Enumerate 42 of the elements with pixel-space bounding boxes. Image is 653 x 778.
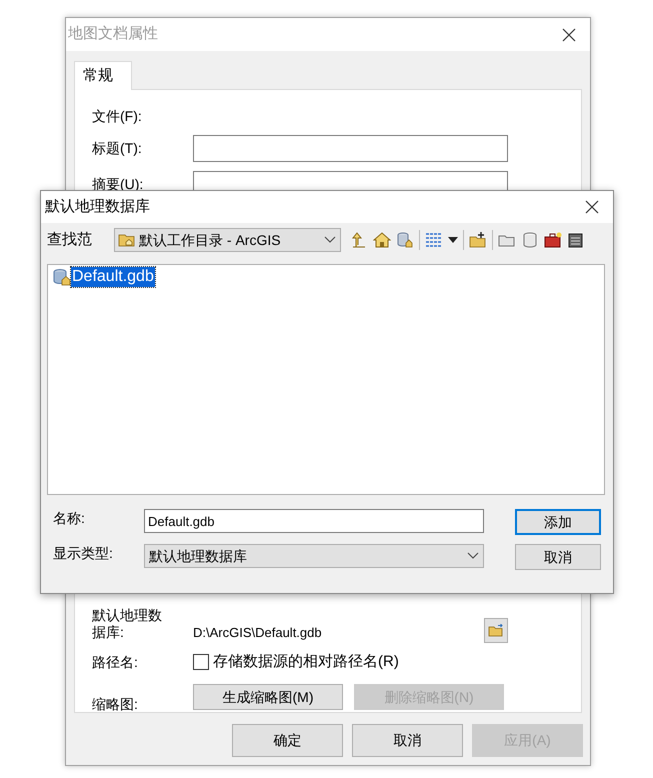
dialog-button[interactable]: 确定: [232, 724, 343, 757]
field-label: 文件(F):: [92, 106, 143, 126]
close-icon[interactable]: [562, 28, 576, 42]
dialog-button[interactable]: 添加: [515, 509, 601, 535]
chevron-down-icon: [467, 552, 479, 560]
server-icon[interactable]: [567, 231, 585, 249]
field-label: 路径名:: [92, 652, 139, 672]
name-label: 名称:: [53, 509, 86, 527]
checkbox-label: 存储数据源的相对路径名(R): [213, 652, 399, 672]
relative-path-checkbox[interactable]: 存储数据源的相对路径名(R): [193, 650, 399, 674]
field-label: 默认地理数据库:: [92, 607, 163, 641]
dialog-button[interactable]: 取消: [515, 544, 601, 570]
dialog-title: 默认地理数据库: [45, 196, 150, 217]
up-folder-icon[interactable]: [350, 231, 368, 249]
database-icon[interactable]: [396, 231, 414, 249]
new-folder-icon[interactable]: [469, 231, 487, 249]
list-view-icon[interactable]: [425, 231, 443, 249]
thumbnail-button[interactable]: 生成缩略图(M): [193, 684, 343, 710]
dialog-button[interactable]: 取消: [352, 724, 463, 757]
cylinder-icon[interactable]: [521, 231, 539, 249]
type-label: 显示类型:: [53, 544, 114, 562]
list-item[interactable]: Default.gdb: [53, 267, 604, 287]
text-field[interactable]: [193, 135, 508, 162]
type-dropdown[interactable]: 默认地理数据库: [144, 544, 484, 568]
chevron-down-icon: [324, 236, 336, 244]
database-icon: [53, 268, 71, 286]
path-text: D:\ArcGIS\Default.gdb: [193, 624, 323, 641]
field-label: 标题(T):: [92, 139, 143, 158]
checkbox[interactable]: [193, 654, 209, 670]
field-label: 缩略图:: [92, 695, 139, 713]
name-field[interactable]: Default.gdb: [144, 509, 484, 533]
tab[interactable]: 常规: [74, 61, 132, 90]
folder-icon: [118, 232, 136, 248]
folder-icon: [488, 624, 504, 638]
dropdown-arrow-icon[interactable]: [448, 237, 458, 243]
look-in-label: 查找范: [47, 230, 93, 250]
toolbox-icon[interactable]: [544, 231, 562, 249]
location-dropdown[interactable]: 默认工作目录 - ArcGIS: [114, 228, 341, 252]
close-icon[interactable]: [585, 200, 599, 214]
window-title: 地图文档属性: [68, 24, 158, 44]
home-icon[interactable]: [373, 231, 391, 249]
browse-button[interactable]: [484, 618, 508, 643]
